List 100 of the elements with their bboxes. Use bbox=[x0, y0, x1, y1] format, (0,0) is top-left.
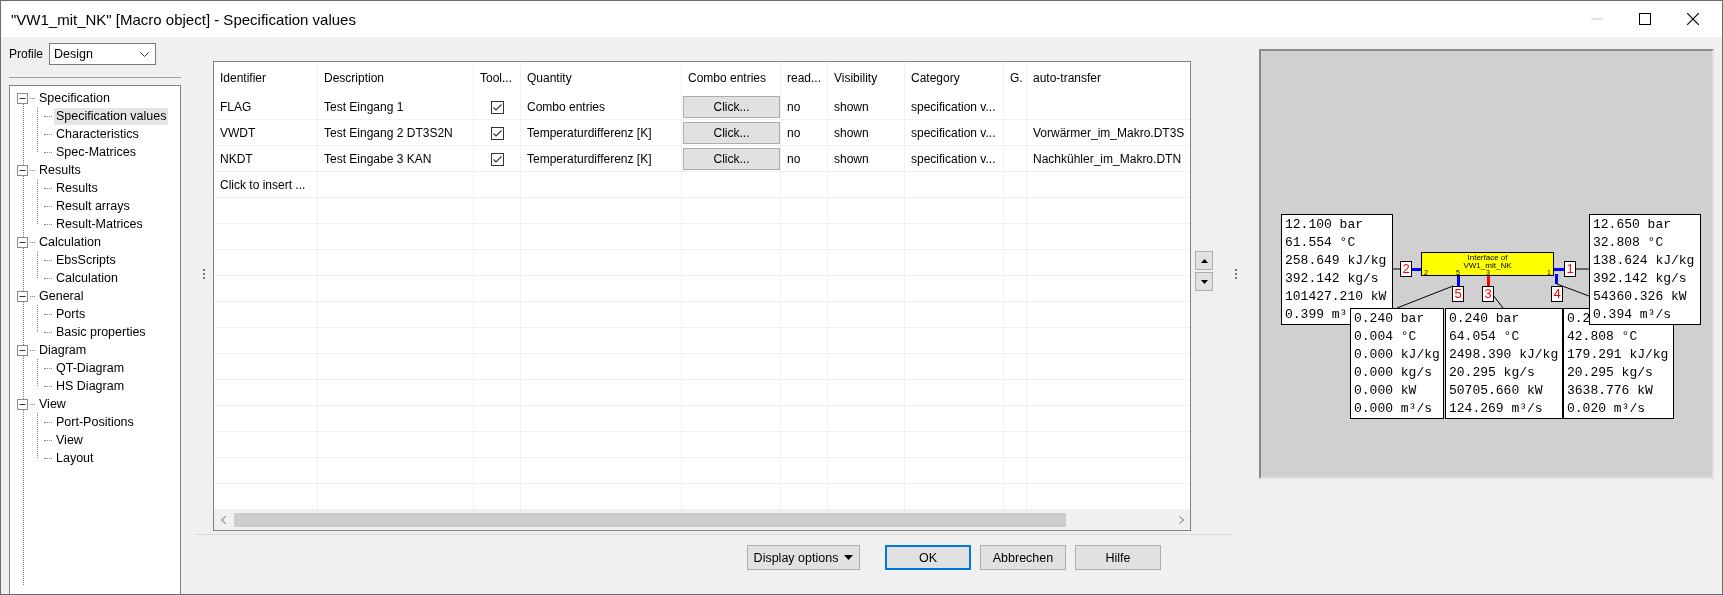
value-text: 54360.326 kW bbox=[1593, 288, 1687, 306]
table-cell: VWDT bbox=[220, 126, 256, 140]
collapse-icon[interactable] bbox=[17, 398, 28, 410]
column-header[interactable]: Combo entries bbox=[682, 62, 781, 94]
value-text: 124.269 m³/s bbox=[1449, 400, 1543, 418]
value-text: 0.2 bbox=[1567, 310, 1591, 328]
tree-item[interactable]: Spec-Matrices bbox=[54, 143, 138, 161]
tree-item[interactable]: View bbox=[37, 395, 68, 413]
combo-entries-button[interactable]: Click... bbox=[683, 148, 780, 170]
column-header[interactable]: Identifier bbox=[214, 62, 318, 94]
scrollbar-thumb[interactable] bbox=[234, 513, 1066, 527]
tree-item[interactable]: EbsScripts bbox=[54, 251, 118, 269]
display-options-button[interactable]: Display options bbox=[747, 545, 860, 570]
value-text: 179.291 kJ/kg bbox=[1567, 346, 1669, 364]
tree-item[interactable]: QT-Diagram bbox=[54, 359, 127, 377]
table-cell: shown bbox=[834, 100, 869, 114]
port-number: 2 bbox=[1400, 261, 1412, 277]
tree-item[interactable]: Result-Matrices bbox=[54, 215, 145, 233]
collapse-icon[interactable] bbox=[17, 290, 28, 302]
table-cell: FLAG bbox=[220, 100, 252, 114]
cancel-button[interactable]: Abbrechen bbox=[980, 545, 1066, 570]
table-cell: no bbox=[787, 126, 801, 140]
value-text: 0.000 kg/s bbox=[1354, 364, 1432, 382]
value-text: 12.100 bar bbox=[1285, 216, 1363, 234]
insert-row-link[interactable]: Click to insert ... bbox=[220, 178, 306, 192]
chevron-down-icon bbox=[140, 51, 149, 57]
value-text: 0.240 bar bbox=[1449, 310, 1520, 328]
tree-item[interactable]: Results bbox=[54, 179, 100, 197]
value-text: 0.399 m³ bbox=[1285, 306, 1348, 324]
tree-item[interactable]: Port-Positions bbox=[54, 413, 136, 431]
tree-item[interactable]: Specification values bbox=[54, 107, 169, 125]
collapse-icon[interactable] bbox=[17, 164, 28, 176]
help-button[interactable]: Hilfe bbox=[1075, 545, 1161, 570]
value-text: 0.394 m³/s bbox=[1593, 306, 1671, 324]
component-label: Interface of bbox=[1467, 254, 1508, 262]
tree-item[interactable]: Ports bbox=[54, 305, 88, 323]
collapse-icon[interactable] bbox=[17, 92, 28, 104]
port-number: 3 bbox=[1482, 286, 1494, 302]
triangle-down-icon bbox=[1200, 279, 1208, 284]
value-text: 42.808 °C bbox=[1567, 328, 1638, 346]
horizontal-scrollbar[interactable] bbox=[214, 509, 1190, 530]
tree-item[interactable]: View bbox=[54, 431, 85, 449]
value-text: 0.240 bar bbox=[1354, 310, 1425, 328]
value-text: 20.295 kg/s bbox=[1567, 364, 1653, 382]
value-text: 392.142 kg/s bbox=[1593, 270, 1687, 288]
value-text: 12.650 bar bbox=[1593, 216, 1671, 234]
tree-item[interactable]: Specification bbox=[37, 89, 112, 107]
column-header[interactable]: Visibility bbox=[828, 62, 905, 94]
port-number: 5 bbox=[1452, 286, 1464, 302]
collapse-icon[interactable] bbox=[17, 344, 28, 356]
window-title: "VW1_mit_NK" [Macro object] - Specification values bbox=[10, 10, 357, 28]
value-text: 258.649 kJ/kg bbox=[1285, 252, 1387, 270]
column-header[interactable]: Tool... bbox=[474, 62, 521, 94]
combo-entries-button[interactable]: Click... bbox=[683, 122, 780, 144]
chevron-left-icon bbox=[220, 516, 226, 524]
chevron-right-icon bbox=[1178, 516, 1184, 524]
table-cell: shown bbox=[834, 152, 869, 166]
checkbox-checked-icon[interactable] bbox=[491, 126, 504, 140]
column-header[interactable]: Description bbox=[318, 62, 474, 94]
tree-item[interactable]: Basic properties bbox=[54, 323, 148, 341]
value-text: 3638.776 kW bbox=[1567, 382, 1653, 400]
column-header[interactable]: Category bbox=[905, 62, 1004, 94]
column-header[interactable]: read... bbox=[781, 62, 828, 94]
ok-button[interactable]: OK bbox=[885, 545, 971, 570]
profile-dropdown[interactable]: Design bbox=[49, 43, 156, 65]
table-cell: Test Eingabe 3 KAN bbox=[324, 152, 432, 166]
table-cell: specification v... bbox=[911, 126, 996, 140]
checkbox-checked-icon[interactable] bbox=[491, 100, 504, 114]
tree-item[interactable]: Diagram bbox=[37, 341, 89, 359]
port-number: 4 bbox=[1551, 286, 1563, 302]
value-text: 392.142 kg/s bbox=[1285, 270, 1379, 288]
table-cell: NKDT bbox=[220, 152, 253, 166]
close-icon bbox=[1687, 13, 1699, 25]
value-text: 64.054 °C bbox=[1449, 328, 1520, 346]
component-label: VW1_mit_NK bbox=[1463, 262, 1512, 270]
tree-item[interactable]: HS Diagram bbox=[54, 377, 127, 395]
checkbox-checked-icon[interactable] bbox=[491, 152, 504, 166]
combo-entries-button[interactable]: Click... bbox=[683, 96, 780, 118]
column-header[interactable]: Quantity bbox=[521, 62, 682, 94]
table-cell: Temperaturdifferenz [K] bbox=[527, 152, 652, 166]
value-text: 0.000 m³/s bbox=[1354, 400, 1432, 418]
tree-item[interactable]: Calculation bbox=[37, 233, 103, 251]
move-down-button[interactable] bbox=[1195, 272, 1213, 291]
tree-item[interactable]: Layout bbox=[54, 449, 96, 467]
column-header[interactable]: G. bbox=[1004, 62, 1027, 94]
move-up-button[interactable] bbox=[1195, 251, 1213, 270]
tree-item[interactable]: Results bbox=[37, 161, 83, 179]
collapse-icon[interactable] bbox=[17, 236, 28, 248]
value-text: 61.554 °C bbox=[1285, 234, 1356, 252]
value-text: 0.000 kJ/kg bbox=[1354, 346, 1440, 364]
port-number: 1 bbox=[1564, 261, 1576, 277]
triangle-up-icon bbox=[1200, 258, 1208, 263]
value-text: 0.020 m³/s bbox=[1567, 400, 1645, 418]
tree-item[interactable]: Calculation bbox=[54, 269, 120, 287]
table-cell: Vorwärmer_im_Makro.DT3S bbox=[1033, 126, 1185, 140]
table-cell: Nachkühler_im_Makro.DTN bbox=[1033, 152, 1182, 166]
tree-item[interactable]: General bbox=[37, 287, 86, 305]
tree-item[interactable]: Characteristics bbox=[54, 125, 141, 143]
column-header[interactable]: auto-transfer bbox=[1027, 62, 1190, 94]
tree-item[interactable]: Result arrays bbox=[54, 197, 132, 215]
